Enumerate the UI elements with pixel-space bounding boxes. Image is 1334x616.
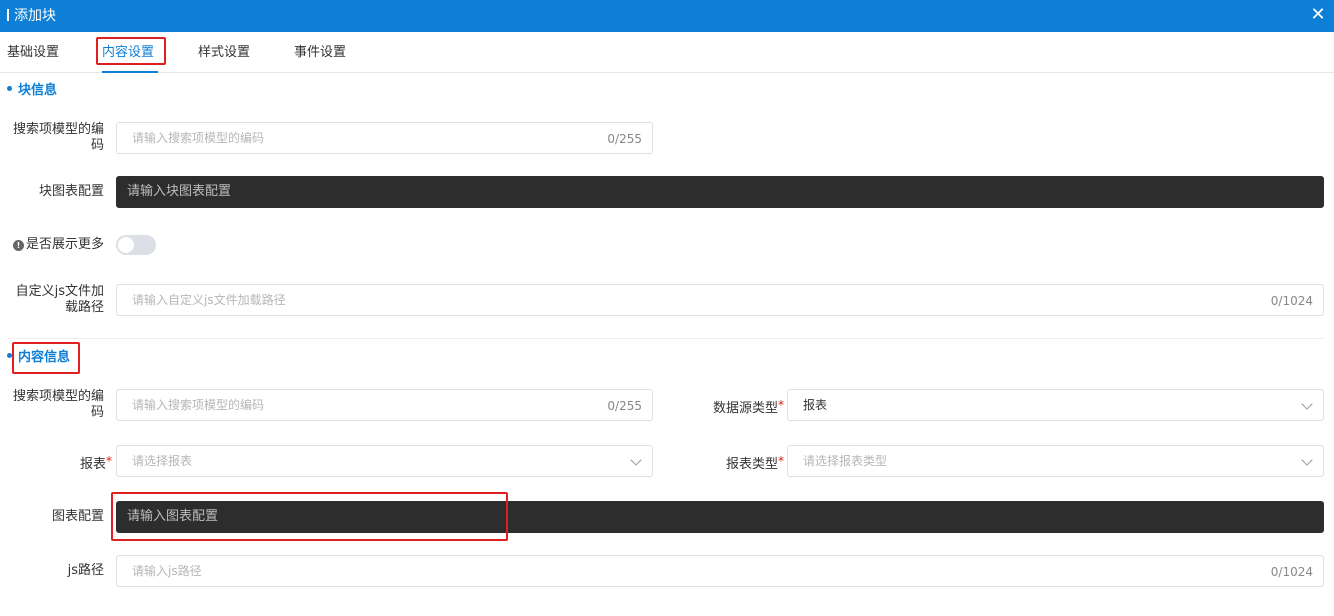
dialog-titlebar: 添加块 ✕ — [0, 0, 1334, 32]
tab-style-settings[interactable]: 样式设置 — [198, 44, 250, 62]
block-chart-config-editor[interactable]: 请输入块图表配置 — [116, 176, 1324, 208]
label-custom-js-path: 自定义js文件加 载路径 — [15, 284, 104, 315]
tab-event-settings[interactable]: 事件设置 — [294, 44, 346, 62]
required-marker: * — [778, 454, 784, 468]
section-title-content-info: 内容信息 — [7, 349, 70, 367]
bullet-dot-icon — [7, 353, 12, 358]
content-search-model-code-input[interactable]: 请输入搜索项模型的编码 0/255 — [116, 389, 653, 421]
section-title-block-info: 块信息 — [7, 82, 57, 100]
chart-config-editor[interactable]: 请输入图表配置 — [116, 501, 1324, 533]
chevron-down-icon — [630, 454, 642, 466]
char-counter: 0/255 — [607, 132, 642, 146]
info-icon: ! — [12, 240, 24, 251]
bullet-dot-icon — [7, 86, 12, 91]
report-select[interactable]: 请选择报表 — [116, 445, 653, 477]
char-counter: 0/1024 — [1270, 294, 1313, 308]
chevron-down-icon — [1301, 454, 1313, 466]
label-show-more: ! 是否展示更多 — [0, 237, 104, 253]
char-counter: 0/255 — [607, 399, 642, 413]
label-datasource-type: 数据源类型* — [712, 398, 784, 416]
char-counter: 0/1024 — [1270, 565, 1313, 579]
label-chart-config: 图表配置 — [51, 509, 104, 524]
placeholder-text: 请输入搜索项模型的编码 — [132, 398, 265, 412]
tab-bar: 基础设置 内容设置 样式设置 事件设置 — [0, 32, 1334, 73]
active-tab-indicator — [102, 71, 158, 73]
placeholder-text: 请输入自定义js文件加载路径 — [132, 293, 286, 307]
placeholder-text: 请选择报表 — [132, 454, 193, 468]
placeholder-text: 请输入图表配置 — [127, 509, 219, 524]
required-marker: * — [106, 454, 112, 468]
required-marker: * — [778, 398, 784, 412]
selected-value: 报表 — [803, 398, 828, 412]
js-path-input[interactable]: 请输入js路径 0/1024 — [116, 555, 1324, 587]
dialog-title-text: 添加块 — [14, 8, 56, 24]
title-bar-marker — [7, 9, 9, 21]
toggle-knob — [118, 237, 134, 253]
tab-content-settings[interactable]: 内容设置 — [102, 44, 154, 62]
placeholder-text: 请输入js路径 — [132, 564, 202, 578]
tab-basic-settings[interactable]: 基础设置 — [7, 44, 59, 62]
placeholder-text: 请选择报表类型 — [803, 454, 888, 468]
label-content-search-model-code: 搜索项模型的编 码 — [12, 389, 104, 420]
label-report: 报表* — [79, 454, 112, 472]
chevron-down-icon — [1301, 398, 1313, 410]
label-report-type: 报表类型* — [725, 454, 784, 472]
placeholder-text: 请输入块图表配置 — [127, 184, 232, 199]
show-more-toggle[interactable] — [116, 235, 156, 255]
label-js-path: js路径 — [67, 563, 104, 578]
datasource-type-select[interactable]: 报表 — [787, 389, 1324, 421]
placeholder-text: 请输入搜索项模型的编码 — [132, 131, 265, 145]
report-type-select[interactable]: 请选择报表类型 — [787, 445, 1324, 477]
custom-js-path-input[interactable]: 请输入自定义js文件加载路径 0/1024 — [116, 284, 1324, 316]
dialog-title: 添加块 — [7, 6, 56, 26]
close-icon[interactable]: ✕ — [1308, 3, 1328, 27]
label-search-model-code: 搜索项模型的编 码 — [12, 122, 104, 153]
label-block-chart-config: 块图表配置 — [38, 184, 104, 199]
section-divider — [7, 338, 1324, 339]
search-model-code-input[interactable]: 请输入搜索项模型的编码 0/255 — [116, 122, 653, 154]
